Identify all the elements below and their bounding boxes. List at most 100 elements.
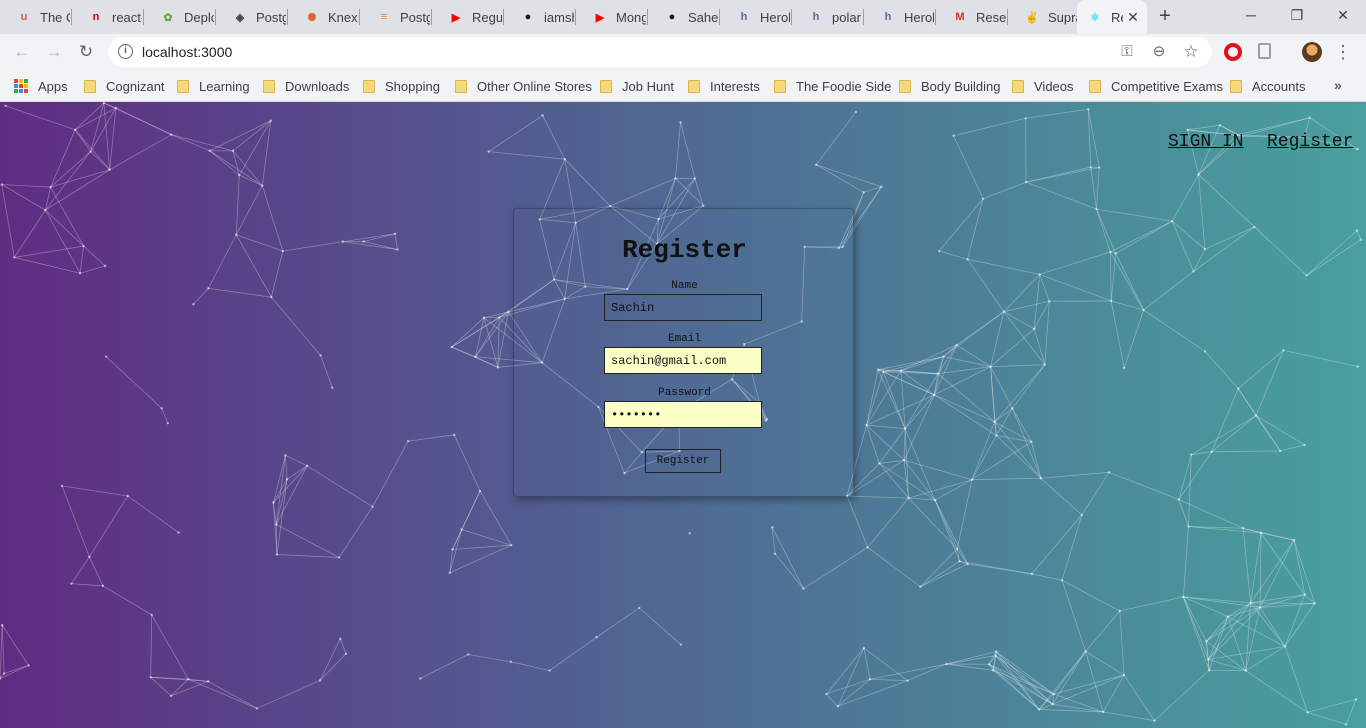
new-tab-button[interactable]: + bbox=[1154, 5, 1176, 27]
peace-icon: ✌ bbox=[1025, 11, 1039, 24]
bookmark-folder[interactable]: Other Online Stores bbox=[455, 77, 592, 95]
forward-button[interactable]: → bbox=[40, 38, 68, 66]
browser-tab[interactable]: ≡ Postg bbox=[360, 0, 432, 34]
bookmark-folder[interactable]: The Foodie Side bbox=[774, 77, 891, 95]
browser-tab[interactable]: ✌ Supra bbox=[1008, 0, 1080, 34]
browser-tab[interactable]: n react- bbox=[72, 0, 144, 34]
apps-grid-icon bbox=[14, 79, 28, 93]
reload-button[interactable]: ↻ bbox=[72, 38, 100, 66]
browser-tab[interactable]: ✺ Knex.j bbox=[288, 0, 360, 34]
bookmark-label: Cognizant bbox=[106, 78, 165, 94]
address-url[interactable]: localhost:3000 bbox=[142, 44, 232, 60]
folder-icon bbox=[1089, 79, 1101, 93]
bookmarks-overflow-button[interactable]: » bbox=[1334, 77, 1342, 93]
browser-tab[interactable]: ⚛ Re✕ bbox=[1077, 0, 1147, 34]
sign-in-link[interactable]: SIGN IN bbox=[1168, 132, 1244, 152]
tab-title: Reset bbox=[976, 9, 1006, 25]
key-icon[interactable]: ⚿ bbox=[1118, 43, 1136, 61]
register-link[interactable]: Register bbox=[1267, 132, 1353, 152]
bookmark-folder[interactable]: Downloads bbox=[263, 77, 349, 95]
github-icon: ● bbox=[668, 11, 676, 23]
browser-tab[interactable]: h polar bbox=[792, 0, 864, 34]
browser-tab[interactable]: ✿ Deplo bbox=[144, 0, 216, 34]
opera-extension-icon[interactable] bbox=[1224, 43, 1242, 61]
youtube-icon: ▶ bbox=[595, 11, 605, 24]
leaf-icon: ✿ bbox=[163, 11, 173, 24]
bookmark-label: Job Hunt bbox=[622, 78, 675, 94]
register-submit-button[interactable]: Register bbox=[645, 449, 721, 473]
name-input[interactable] bbox=[604, 294, 762, 321]
tab-title: Regul bbox=[472, 9, 502, 25]
tab-title: Postg bbox=[256, 9, 286, 25]
restore-button[interactable]: ❐ bbox=[1274, 0, 1320, 30]
zoom-icon[interactable]: ⊖ bbox=[1150, 43, 1168, 61]
browser-tab[interactable]: ● iamsh bbox=[504, 0, 576, 34]
folder-icon bbox=[1230, 79, 1242, 93]
browser-tab[interactable]: ◈ Postg bbox=[216, 0, 288, 34]
folder-icon bbox=[774, 79, 786, 93]
bookmark-star-icon[interactable]: ☆ bbox=[1182, 43, 1200, 61]
tab-title: The C bbox=[40, 9, 70, 25]
browser-menu-button[interactable]: ⋮ bbox=[1334, 38, 1352, 66]
document-extension-icon[interactable] bbox=[1258, 43, 1271, 59]
window-close-button[interactable]: ✕ bbox=[1320, 0, 1366, 30]
bookmark-folder[interactable]: Cognizant bbox=[84, 77, 165, 95]
heroku-icon: h bbox=[884, 11, 892, 23]
page-background: SIGN IN Register Register Name Email Pas… bbox=[0, 102, 1366, 728]
browser-tab[interactable]: h Herok bbox=[720, 0, 792, 34]
browser-tab[interactable]: h Herok bbox=[864, 0, 936, 34]
folder-icon bbox=[177, 79, 189, 93]
gear-icon: ✺ bbox=[307, 11, 317, 24]
bookmark-label: Shopping bbox=[385, 78, 440, 94]
browser-tab[interactable]: u The C bbox=[0, 0, 72, 34]
bookmark-folder[interactable]: Job Hunt bbox=[600, 77, 674, 95]
bookmark-folder[interactable]: Body Building bbox=[899, 77, 1001, 95]
bookmark-label: Learning bbox=[199, 78, 250, 94]
tab-title: Postg bbox=[400, 9, 430, 25]
tab-title: Mong bbox=[616, 9, 646, 25]
gmail-icon: M bbox=[955, 11, 965, 23]
tab-strip: u The C n react- ✿ Deplo ◈ Postg ✺ Knex.j ≡ Postg ▶ R… bbox=[0, 0, 1366, 34]
browser-tab[interactable]: ▶ Mong bbox=[576, 0, 648, 34]
folder-icon bbox=[1012, 79, 1024, 93]
bookmark-label: Interests bbox=[710, 78, 760, 94]
email-input[interactable] bbox=[604, 347, 762, 374]
bookmark-folder[interactable]: Learning bbox=[177, 77, 250, 95]
bookmark-apps[interactable]: Apps bbox=[14, 77, 68, 95]
folder-icon bbox=[600, 79, 612, 93]
bookmark-folder[interactable]: Videos bbox=[1012, 77, 1074, 95]
bookmark-label: Videos bbox=[1034, 78, 1074, 94]
heroku-icon: h bbox=[812, 11, 820, 23]
bookmark-label: Body Building bbox=[921, 78, 1001, 94]
browser-tab[interactable]: M Reset bbox=[936, 0, 1008, 34]
register-card: Register Name Email Password Register bbox=[513, 208, 854, 497]
tab-title: Supra bbox=[1048, 9, 1078, 25]
back-button[interactable]: ← bbox=[8, 38, 36, 66]
browser-toolbar: ← → ↻ i localhost:3000 ⚿ ⊖ ☆ ⋮ bbox=[0, 34, 1366, 70]
browser-tab[interactable]: ● Sahet bbox=[648, 0, 720, 34]
bookmark-folder[interactable]: Accounts bbox=[1230, 77, 1305, 95]
bookmark-folder[interactable]: Shopping bbox=[363, 77, 440, 95]
password-input[interactable] bbox=[604, 401, 762, 428]
tab-title: react- bbox=[112, 9, 142, 25]
profile-avatar[interactable] bbox=[1302, 42, 1322, 62]
folder-icon bbox=[688, 79, 700, 93]
tab-title: Re bbox=[1111, 9, 1123, 25]
browser-tab[interactable]: ▶ Regul bbox=[432, 0, 504, 34]
bookmark-folder[interactable]: Interests bbox=[688, 77, 760, 95]
info-icon[interactable]: i bbox=[118, 44, 133, 59]
bookmark-label: Accounts bbox=[1252, 78, 1306, 94]
folder-icon bbox=[455, 79, 467, 93]
tab-title: Sahet bbox=[688, 9, 718, 25]
folder-icon bbox=[84, 79, 96, 93]
tab-title: Deplo bbox=[184, 9, 214, 25]
password-label: Password bbox=[658, 387, 711, 399]
close-tab-icon[interactable]: ✕ bbox=[1125, 9, 1141, 25]
minimize-button[interactable]: ─ bbox=[1228, 0, 1274, 30]
address-bar[interactable]: i localhost:3000 ⚿ ⊖ ☆ bbox=[108, 37, 1212, 67]
tab-title: polar bbox=[832, 9, 861, 25]
heroku-icon: h bbox=[740, 11, 748, 23]
diamond-icon: ◈ bbox=[235, 11, 245, 24]
bookmark-folder[interactable]: Competitive Exams bbox=[1089, 77, 1223, 95]
bookmark-label: Competitive Exams bbox=[1111, 78, 1223, 94]
